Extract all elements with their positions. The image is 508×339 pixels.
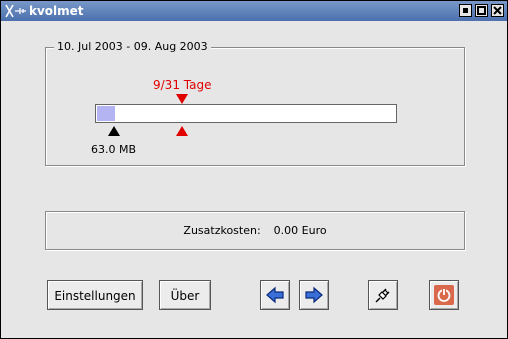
title-bar[interactable]: kvolmet: [1, 1, 507, 21]
window-title: kvolmet: [29, 4, 84, 18]
days-marker-top-icon: [176, 94, 189, 104]
volume-label: 63.0 MB: [91, 143, 137, 156]
days-marker-bottom-icon: [176, 126, 189, 136]
days-label: 9/31 Tage: [153, 78, 212, 92]
minimize-icon: [463, 8, 468, 13]
cost-label: Zusatzkosten:: [183, 224, 261, 237]
maximize-icon: [477, 6, 486, 15]
connect-button[interactable]: [368, 280, 398, 310]
arrow-left-icon: [266, 286, 284, 304]
close-icon: [493, 6, 502, 15]
x-logo-icon[interactable]: [5, 4, 27, 18]
plug-icon: [375, 288, 390, 303]
about-button[interactable]: Über: [159, 280, 211, 310]
power-icon: [434, 285, 454, 305]
volume-fill: [97, 106, 115, 121]
app-window: kvolmet 10. Jul 2003 - 09. Aug 2003 9/31…: [0, 0, 508, 339]
cost-panel: Zusatzkosten: 0.00 Euro: [45, 211, 465, 250]
volume-marker-icon: [107, 126, 120, 136]
forward-button[interactable]: [299, 280, 329, 310]
usage-group: 10. Jul 2003 - 09. Aug 2003 9/31 Tage 63…: [45, 40, 465, 166]
quit-button[interactable]: [429, 280, 459, 310]
cost-row: Zusatzkosten: 0.00 Euro: [46, 224, 464, 237]
volume-progress-bar: [95, 104, 397, 123]
period-label: 10. Jul 2003 - 09. Aug 2003: [54, 40, 211, 53]
settings-button[interactable]: Einstellungen: [47, 280, 143, 310]
close-button[interactable]: [491, 4, 504, 17]
back-button[interactable]: [260, 280, 290, 310]
minimize-button[interactable]: [459, 4, 472, 17]
cost-value: 0.00 Euro: [273, 224, 327, 237]
maximize-button[interactable]: [475, 4, 488, 17]
arrow-right-icon: [305, 286, 323, 304]
